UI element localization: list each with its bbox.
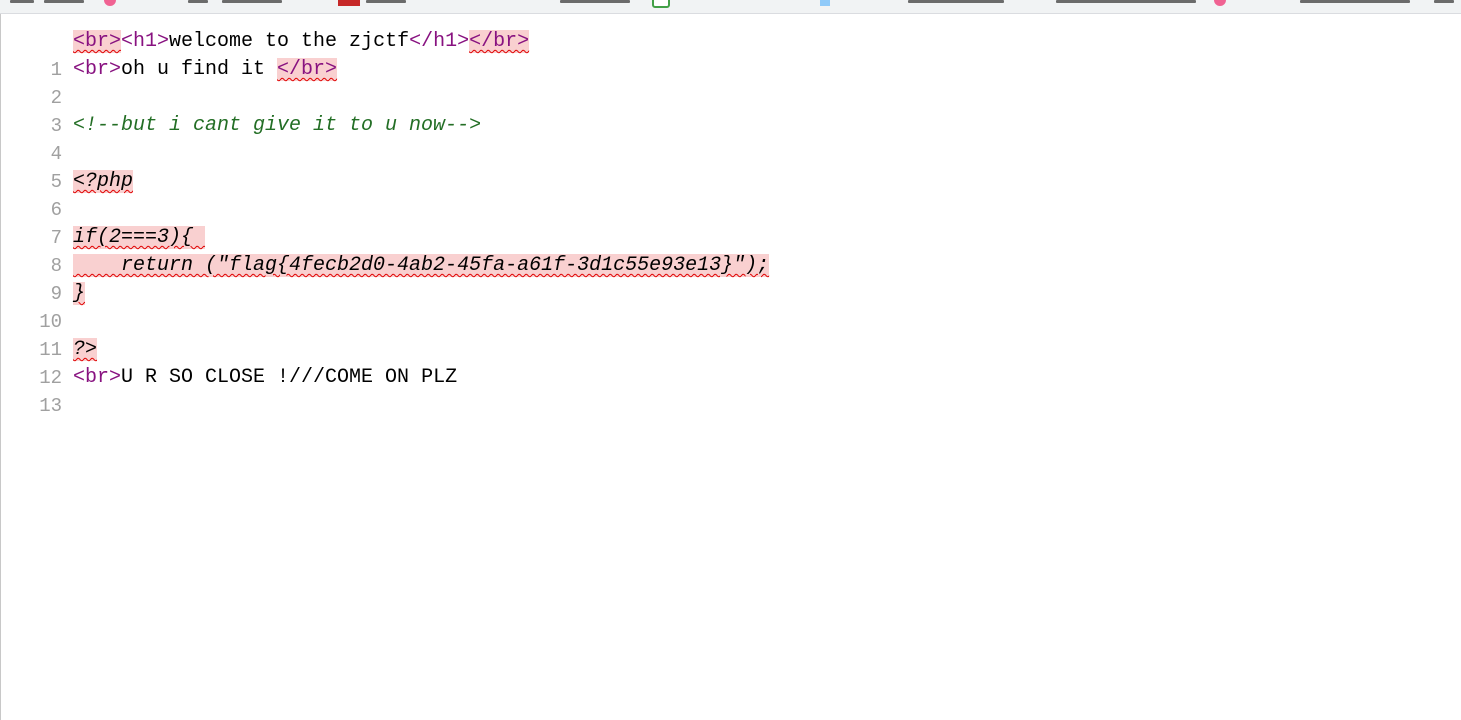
source-line: 7 [0,196,1461,249]
line-code: <?php [73,168,134,196]
bookmark-favicon-icon[interactable] [820,0,830,6]
bookmarks-bar [0,0,1461,14]
php-return-flag: return ("flag{4fecb2d0-4ab2-45fa-a61f-3d… [73,254,770,277]
bookmark-item[interactable] [10,0,34,3]
bookmark-item[interactable] [188,0,208,3]
source-line: 6 <?php [0,168,1461,221]
line-code: <br>U R SO CLOSE !///COME ON PLZ [73,364,457,392]
bookmark-favicon-icon[interactable] [1214,0,1226,6]
php-close-tag: ?> [73,338,98,361]
heading-text: welcome to the zjctf [169,30,410,53]
bookmark-favicon-icon[interactable] [104,0,116,6]
bookmark-item[interactable] [908,0,1004,3]
source-line: 13 <br>U R SO CLOSE !///COME ON PLZ [0,364,1461,417]
bookmark-item[interactable] [44,0,84,3]
line-code: } [73,280,86,308]
bookmark-item[interactable] [222,0,282,3]
br-tag: <br> [73,30,122,53]
source-line: 2 <br>oh u find it </br> [0,56,1461,109]
bookmark-item[interactable] [366,0,406,3]
body-text: U R SO CLOSE !///COME ON PLZ [121,366,458,389]
bookmark-item[interactable] [560,0,630,3]
body-text: oh u find it [121,58,278,81]
source-line: 9 return ("flag{4fecb2d0-4ab2-45fa-a61f-… [0,252,1461,305]
php-closing-brace: } [73,282,86,305]
line-code: if(2===3){ [73,224,206,252]
line-number: 13 [39,395,62,417]
bookmark-item[interactable] [1434,0,1454,3]
line-code: <br>oh u find it </br> [73,56,338,84]
line-code: <!--but i cant give it to u now--> [73,112,481,140]
source-line: 12 ?> [0,336,1461,389]
br-tag: <br> [73,366,122,389]
source-line: 1 <br><h1>welcome to the zjctf</h1></br> [0,28,1461,81]
line-code: return ("flag{4fecb2d0-4ab2-45fa-a61f-3d… [73,252,770,280]
source-line: 4 <!--but i cant give it to u now--> [0,112,1461,165]
view-source-code: 1 <br><h1>welcome to the zjctf</h1></br>… [0,28,1461,417]
br-close-tag: </br> [469,30,530,53]
line-code: ?> [73,336,98,364]
br-tag: <br> [73,58,122,81]
h1-open-tag: <h1> [121,30,170,53]
h1-close-tag: </h1> [409,30,470,53]
bookmark-item[interactable] [1300,0,1410,3]
br-close-tag: </br> [277,58,338,81]
php-open-tag: <?php [73,170,134,193]
bookmark-favicon-icon[interactable] [338,0,360,6]
source-line: 3 [0,84,1461,137]
source-line: 8 if(2===3){ [0,224,1461,277]
source-line: 11 [0,308,1461,361]
bookmark-item[interactable] [1056,0,1196,3]
source-line: 5 [0,140,1461,193]
bookmark-favicon-icon[interactable] [652,0,670,8]
html-comment: <!--but i cant give it to u now--> [73,114,482,137]
source-line: 10 } [0,280,1461,333]
line-code: <br><h1>welcome to the zjctf</h1></br> [73,28,530,56]
php-if-statement: if(2===3){ [73,226,206,249]
